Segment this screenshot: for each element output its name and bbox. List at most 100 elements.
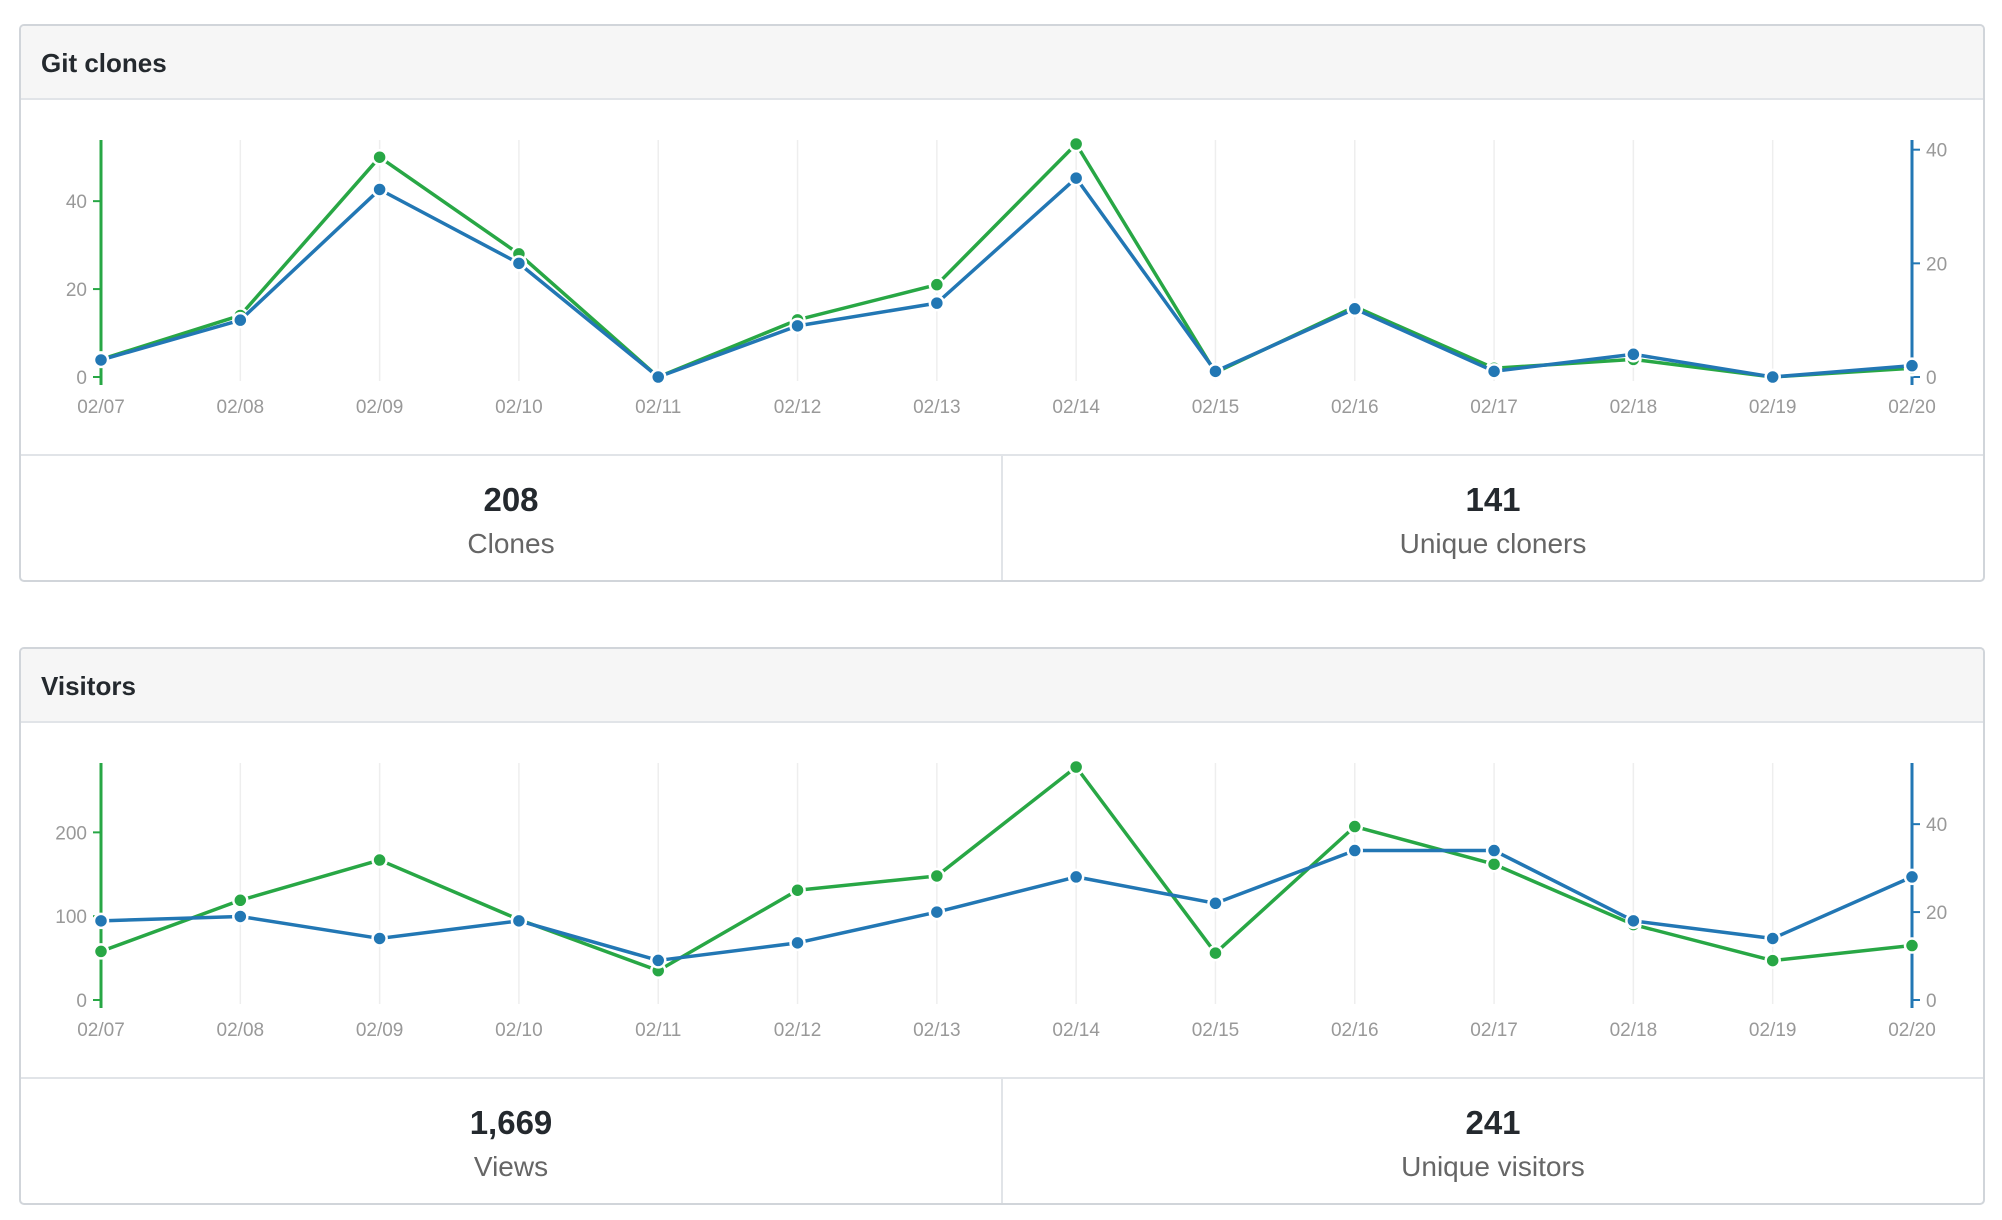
git-clones-panel: Git clones 02/07 02/08 02/09 02/10 02/11 02/1… [19,24,1985,582]
views-count: 1,669 [469,1104,553,1141]
data-point[interactable] [1903,868,1921,886]
unique-cloners-label: Unique cloners [1399,528,1587,559]
data-point[interactable] [1485,363,1503,380]
data-point[interactable] [1207,944,1224,962]
left-tick-label: 20 [66,280,87,301]
data-point[interactable] [1764,368,1781,386]
data-point[interactable] [371,148,388,166]
data-point[interactable] [1485,842,1503,859]
right-tick-label: 40 [1926,815,1947,836]
data-point[interactable] [1207,363,1224,380]
git-clones-chart: 02/07 02/08 02/09 02/10 02/11 02/12 02/13 02/14… [66,135,1947,418]
x-tick-label: 02/09 [356,1020,404,1041]
left-tick-label: 200 [55,823,87,844]
data-point[interactable] [1346,300,1364,318]
data-point[interactable] [649,952,667,969]
data-point[interactable] [649,368,667,386]
x-tick-label: 02/17 [1470,1020,1518,1041]
right-tick-label: 20 [1926,254,1947,275]
right-tick-label: 0 [1926,991,1937,1012]
data-point[interactable] [1067,868,1085,886]
data-point[interactable] [371,181,388,198]
visitors-chart: 02/07 02/08 02/09 02/10 02/11 02/12 02/13 02/14… [55,758,1947,1041]
x-tick-label: 02/14 [1052,397,1100,418]
data-point[interactable] [1625,912,1642,930]
data-point[interactable] [928,867,946,885]
data-point[interactable] [232,892,249,909]
x-tick-label: 02/20 [1888,1020,1936,1041]
unique-cloners-stat: 141 Unique cloners [1001,456,1983,580]
data-point[interactable] [789,881,806,899]
x-tick-label: 02/17 [1470,397,1518,418]
x-tick-label: 02/16 [1331,397,1379,418]
unique-visitors-count: 241 [1465,1104,1521,1141]
data-point[interactable] [92,351,110,369]
data-point[interactable] [1625,346,1642,363]
data-point[interactable] [1346,842,1364,859]
x-tick-label: 02/09 [356,397,404,418]
data-point[interactable] [371,851,388,869]
unique-series [92,169,1921,386]
right-y-axis: 0 20 40 [1910,140,1947,389]
data-point[interactable] [789,317,806,335]
x-tick-label: 02/18 [1610,397,1658,418]
x-tick-label: 02/14 [1052,1020,1100,1041]
data-point[interactable] [371,930,388,947]
panel-title: Git clones [41,48,167,78]
x-tick-label: 02/20 [1888,397,1936,418]
right-tick-label: 0 [1926,368,1937,389]
data-point[interactable] [232,311,249,329]
data-point[interactable] [928,294,946,312]
x-tick-label: 02/07 [77,397,125,418]
data-point[interactable] [92,943,110,960]
data-point[interactable] [928,276,946,293]
data-point[interactable] [232,908,249,925]
right-tick-label: 40 [1926,141,1947,162]
series-line [100,848,1913,963]
primary-series [92,135,1921,386]
visitors-panel: Visitors 02/07 02/08 02/09 02/10 02/11 02/12 0… [19,647,1985,1205]
data-point[interactable] [1067,169,1085,187]
data-point[interactable] [1207,895,1224,912]
views-stat: 1,669 Views [21,1079,1001,1203]
data-point[interactable] [1067,135,1085,153]
left-y-axis: 0 20 40 [66,140,103,389]
right-tick-label: 20 [1926,903,1947,924]
data-point[interactable] [1346,818,1364,835]
right-y-axis: 0 20 40 [1910,763,1947,1012]
x-tick-label: 02/13 [913,1020,961,1041]
x-axis-ticks: 02/07 02/08 02/09 02/10 02/11 02/12 02/13 02/14… [77,1020,1936,1041]
data-point[interactable] [1903,357,1921,374]
clones-stat: 208 Clones [21,456,1001,580]
x-tick-label: 02/19 [1749,397,1797,418]
data-point[interactable] [789,934,806,952]
data-point[interactable] [510,255,528,272]
x-tick-label: 02/18 [1610,1020,1658,1041]
grid [100,140,1913,381]
data-point[interactable] [1067,758,1085,776]
unique-visitors-label: Unique visitors [1401,1151,1585,1182]
x-tick-label: 02/11 [635,397,681,418]
data-point[interactable] [1764,930,1781,947]
data-point[interactable] [928,903,946,921]
visitors-stats: 1,669 Views 241 Unique visitors [21,1077,1983,1203]
x-tick-label: 02/12 [774,397,822,418]
x-tick-label: 02/10 [495,1020,543,1041]
x-tick-label: 02/08 [217,1020,265,1041]
x-tick-label: 02/11 [635,1020,681,1041]
left-tick-label: 100 [55,907,87,928]
primary-series [92,758,1921,979]
clones-label: Clones [467,528,555,559]
views-label: Views [473,1151,549,1182]
data-point[interactable] [510,912,528,930]
series-line [100,142,1913,379]
x-axis-ticks: 02/07 02/08 02/09 02/10 02/11 02/12 02/13 02/14… [77,397,1936,418]
x-tick-label: 02/16 [1331,1020,1379,1041]
data-point[interactable] [1764,952,1781,969]
left-tick-label: 0 [76,368,87,389]
data-point[interactable] [1903,937,1921,954]
data-point[interactable] [1485,855,1503,873]
data-point[interactable] [92,912,110,930]
panel-title: Visitors [41,671,136,701]
x-tick-label: 02/13 [913,397,961,418]
